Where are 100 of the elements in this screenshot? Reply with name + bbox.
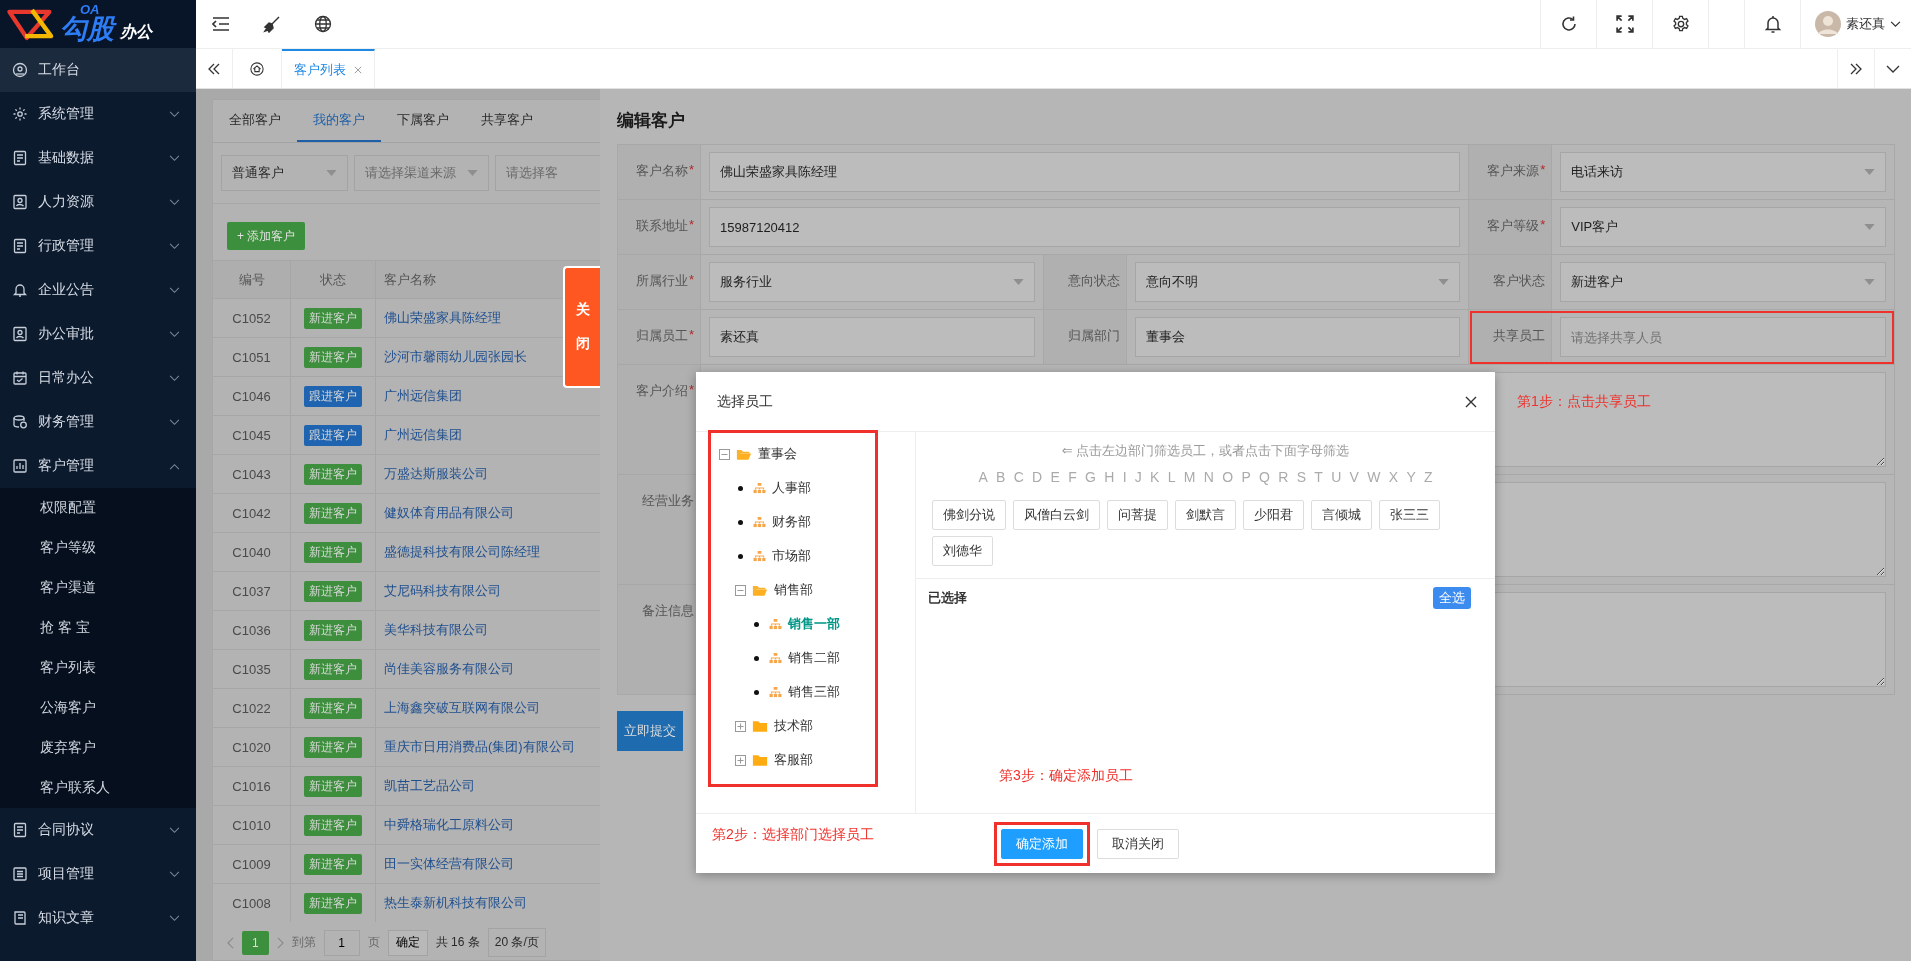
sitemap-icon bbox=[753, 516, 766, 528]
drawer-title: 编辑客户 bbox=[617, 110, 686, 132]
select-field[interactable]: VIP客户 bbox=[1560, 207, 1886, 247]
cancel-button[interactable]: 取消关闭 bbox=[1096, 828, 1179, 859]
list-tab[interactable]: 共享客户 bbox=[465, 100, 549, 142]
submenu-item[interactable]: 客户等级 bbox=[0, 528, 196, 568]
customer-name-link[interactable]: 上海鑫突破互联网有限公司 bbox=[384, 699, 540, 717]
tree-node[interactable]: 技术部 bbox=[774, 717, 813, 735]
customer-name-link[interactable]: 广州远信集团 bbox=[384, 426, 462, 444]
sidebar-item[interactable]: 办公审批 bbox=[0, 312, 196, 356]
go-button[interactable]: 确定 bbox=[387, 929, 428, 956]
select-field[interactable]: 服务行业 bbox=[709, 262, 1035, 302]
close-icon[interactable] bbox=[1465, 395, 1477, 408]
sidebar-item[interactable]: 行政管理 bbox=[0, 224, 196, 268]
submenu-item[interactable]: 抢 客 宝 bbox=[0, 608, 196, 648]
previous-page-icon[interactable] bbox=[227, 936, 234, 949]
collapse-icon[interactable] bbox=[719, 448, 730, 460]
select-field[interactable]: 电话来访 bbox=[1560, 152, 1886, 192]
employee-button[interactable]: 刘德华 bbox=[932, 536, 993, 566]
customer-name-link[interactable]: 佛山荣盛家具陈经理 bbox=[384, 309, 501, 327]
customer-name-link[interactable]: 广州远信集团 bbox=[384, 387, 462, 405]
customer-name-link[interactable]: 田一实体经营有限公司 bbox=[384, 855, 514, 873]
brush-icon[interactable] bbox=[263, 15, 281, 33]
employee-button[interactable]: 言倾城 bbox=[1311, 500, 1372, 530]
page-size-select[interactable]: 20 条/页 bbox=[487, 928, 546, 957]
user-menu[interactable]: 素还真 bbox=[1800, 0, 1911, 48]
field-label: 意向状态 bbox=[1067, 272, 1120, 290]
open-folder-icon bbox=[736, 447, 752, 461]
tree-node[interactable]: 市场部 bbox=[772, 547, 811, 565]
sitemap-icon bbox=[753, 550, 766, 562]
customer-name-link[interactable]: 凯苗工艺品公司 bbox=[384, 777, 475, 795]
next-page-icon[interactable] bbox=[276, 936, 284, 949]
input-field[interactable]: 15987120412 bbox=[709, 207, 1461, 247]
field-label: 共享员工 bbox=[1493, 327, 1546, 345]
customer-name-link[interactable]: 万盛达斯服装公司 bbox=[384, 465, 488, 483]
employee-button[interactable]: 剑默言 bbox=[1175, 500, 1236, 530]
dropdown-caret-icon bbox=[1864, 169, 1875, 175]
sidebar-item[interactable]: 企业公告 bbox=[0, 268, 196, 312]
customer-name-link[interactable]: 沙河市馨雨幼儿园张园长 bbox=[384, 348, 527, 366]
customer-name-link[interactable]: 重庆市日用消费品(集团)有限公司 bbox=[384, 738, 575, 756]
employee-button[interactable]: 问菩提 bbox=[1107, 500, 1168, 530]
sidebar-item[interactable]: 基础数据 bbox=[0, 136, 196, 180]
tree-node[interactable]: 人事部 bbox=[772, 479, 811, 497]
input-field[interactable]: 董事会 bbox=[1134, 317, 1461, 357]
submenu-item[interactable]: 客户渠道 bbox=[0, 568, 196, 608]
tree-node[interactable]: 客服部 bbox=[774, 751, 813, 769]
customer-name-link[interactable]: 盛德提科技有限公司陈经理 bbox=[384, 543, 540, 561]
employee-button[interactable]: 少阳君 bbox=[1243, 500, 1304, 530]
tree-node[interactable]: 财务部 bbox=[772, 513, 811, 531]
sidebar-item[interactable]: 系统管理 bbox=[0, 92, 196, 136]
select-field[interactable]: 新进客户 bbox=[1560, 262, 1886, 302]
sidebar-item[interactable]: 日常办公 bbox=[0, 356, 196, 400]
customer-name-link[interactable]: 美华科技有限公司 bbox=[384, 621, 488, 639]
customer-name-link[interactable]: 热生泰新机科技有限公司 bbox=[384, 894, 527, 912]
input-field[interactable]: 佛山荣盛家具陈经理 bbox=[709, 152, 1461, 192]
customer-name-link[interactable]: 中舜格瑞化工原料公司 bbox=[384, 816, 514, 834]
employee-button[interactable]: 张三三 bbox=[1379, 500, 1440, 530]
submit-button[interactable]: 立即提交 bbox=[617, 711, 683, 751]
customer-name-link[interactable]: 艾尼码科技有限公司 bbox=[384, 582, 501, 600]
submenu-item[interactable]: 废弃客户 bbox=[0, 728, 196, 768]
page-number-field[interactable]: 1 bbox=[323, 929, 360, 956]
tree-node[interactable]: 销售一部 bbox=[788, 615, 840, 633]
sidebar-item[interactable]: 合同协议 bbox=[0, 808, 196, 852]
tree-node[interactable]: 董事会 bbox=[758, 445, 797, 463]
sidebar-item[interactable]: 客户管理 bbox=[0, 444, 196, 488]
field-label: 经营业务 bbox=[642, 492, 694, 510]
tree-node[interactable]: 销售三部 bbox=[788, 683, 840, 701]
list-tab[interactable]: 全部客户 bbox=[213, 100, 297, 142]
customer-name-link[interactable]: 健奴体育用品有限公司 bbox=[384, 504, 514, 522]
expand-icon[interactable] bbox=[735, 754, 746, 766]
tree-node[interactable]: 销售部 bbox=[774, 581, 813, 599]
person-card-icon bbox=[12, 326, 28, 342]
required-mark: * bbox=[688, 217, 694, 232]
submenu-item[interactable]: 客户联系人 bbox=[0, 768, 196, 808]
select-field[interactable]: 意向不明 bbox=[1134, 262, 1461, 302]
sidebar-item[interactable]: 人力资源 bbox=[0, 180, 196, 224]
employee-button[interactable]: 风僧白云剑 bbox=[1013, 500, 1100, 530]
sidebar-item[interactable]: 知识文章 bbox=[0, 896, 196, 940]
input-field[interactable]: 素还真 bbox=[709, 317, 1035, 357]
input-field[interactable]: 请选择共享人员 bbox=[1560, 317, 1886, 357]
submenu-item[interactable]: 客户列表 bbox=[0, 648, 196, 688]
globe-icon[interactable] bbox=[314, 15, 332, 33]
sidebar-item[interactable]: 财务管理 bbox=[0, 400, 196, 444]
status-tag: 新进客户 bbox=[304, 814, 362, 836]
employee-button[interactable]: 佛剑分说 bbox=[932, 500, 1006, 530]
submenu-item[interactable]: 权限配置 bbox=[0, 488, 196, 528]
document-icon bbox=[12, 822, 28, 838]
customer-name-link[interactable]: 尚佳美容服务有限公司 bbox=[384, 660, 514, 678]
sidebar-item[interactable]: 项目管理 bbox=[0, 852, 196, 896]
tree-node[interactable]: 销售二部 bbox=[788, 649, 840, 667]
list-icon bbox=[12, 866, 28, 882]
list-tab[interactable]: 下属客户 bbox=[381, 100, 465, 142]
submenu-item[interactable]: 公海客户 bbox=[0, 688, 196, 728]
selected-heading: 已选择 bbox=[928, 589, 967, 607]
menu-fold-icon[interactable] bbox=[212, 15, 230, 33]
sidebar-item[interactable]: 工作台 bbox=[0, 48, 196, 92]
collapse-icon[interactable] bbox=[735, 584, 746, 596]
table-cell: C1020 bbox=[213, 728, 291, 766]
filter-select[interactable]: 普通客户 bbox=[221, 155, 348, 191]
expand-icon[interactable] bbox=[735, 720, 746, 732]
